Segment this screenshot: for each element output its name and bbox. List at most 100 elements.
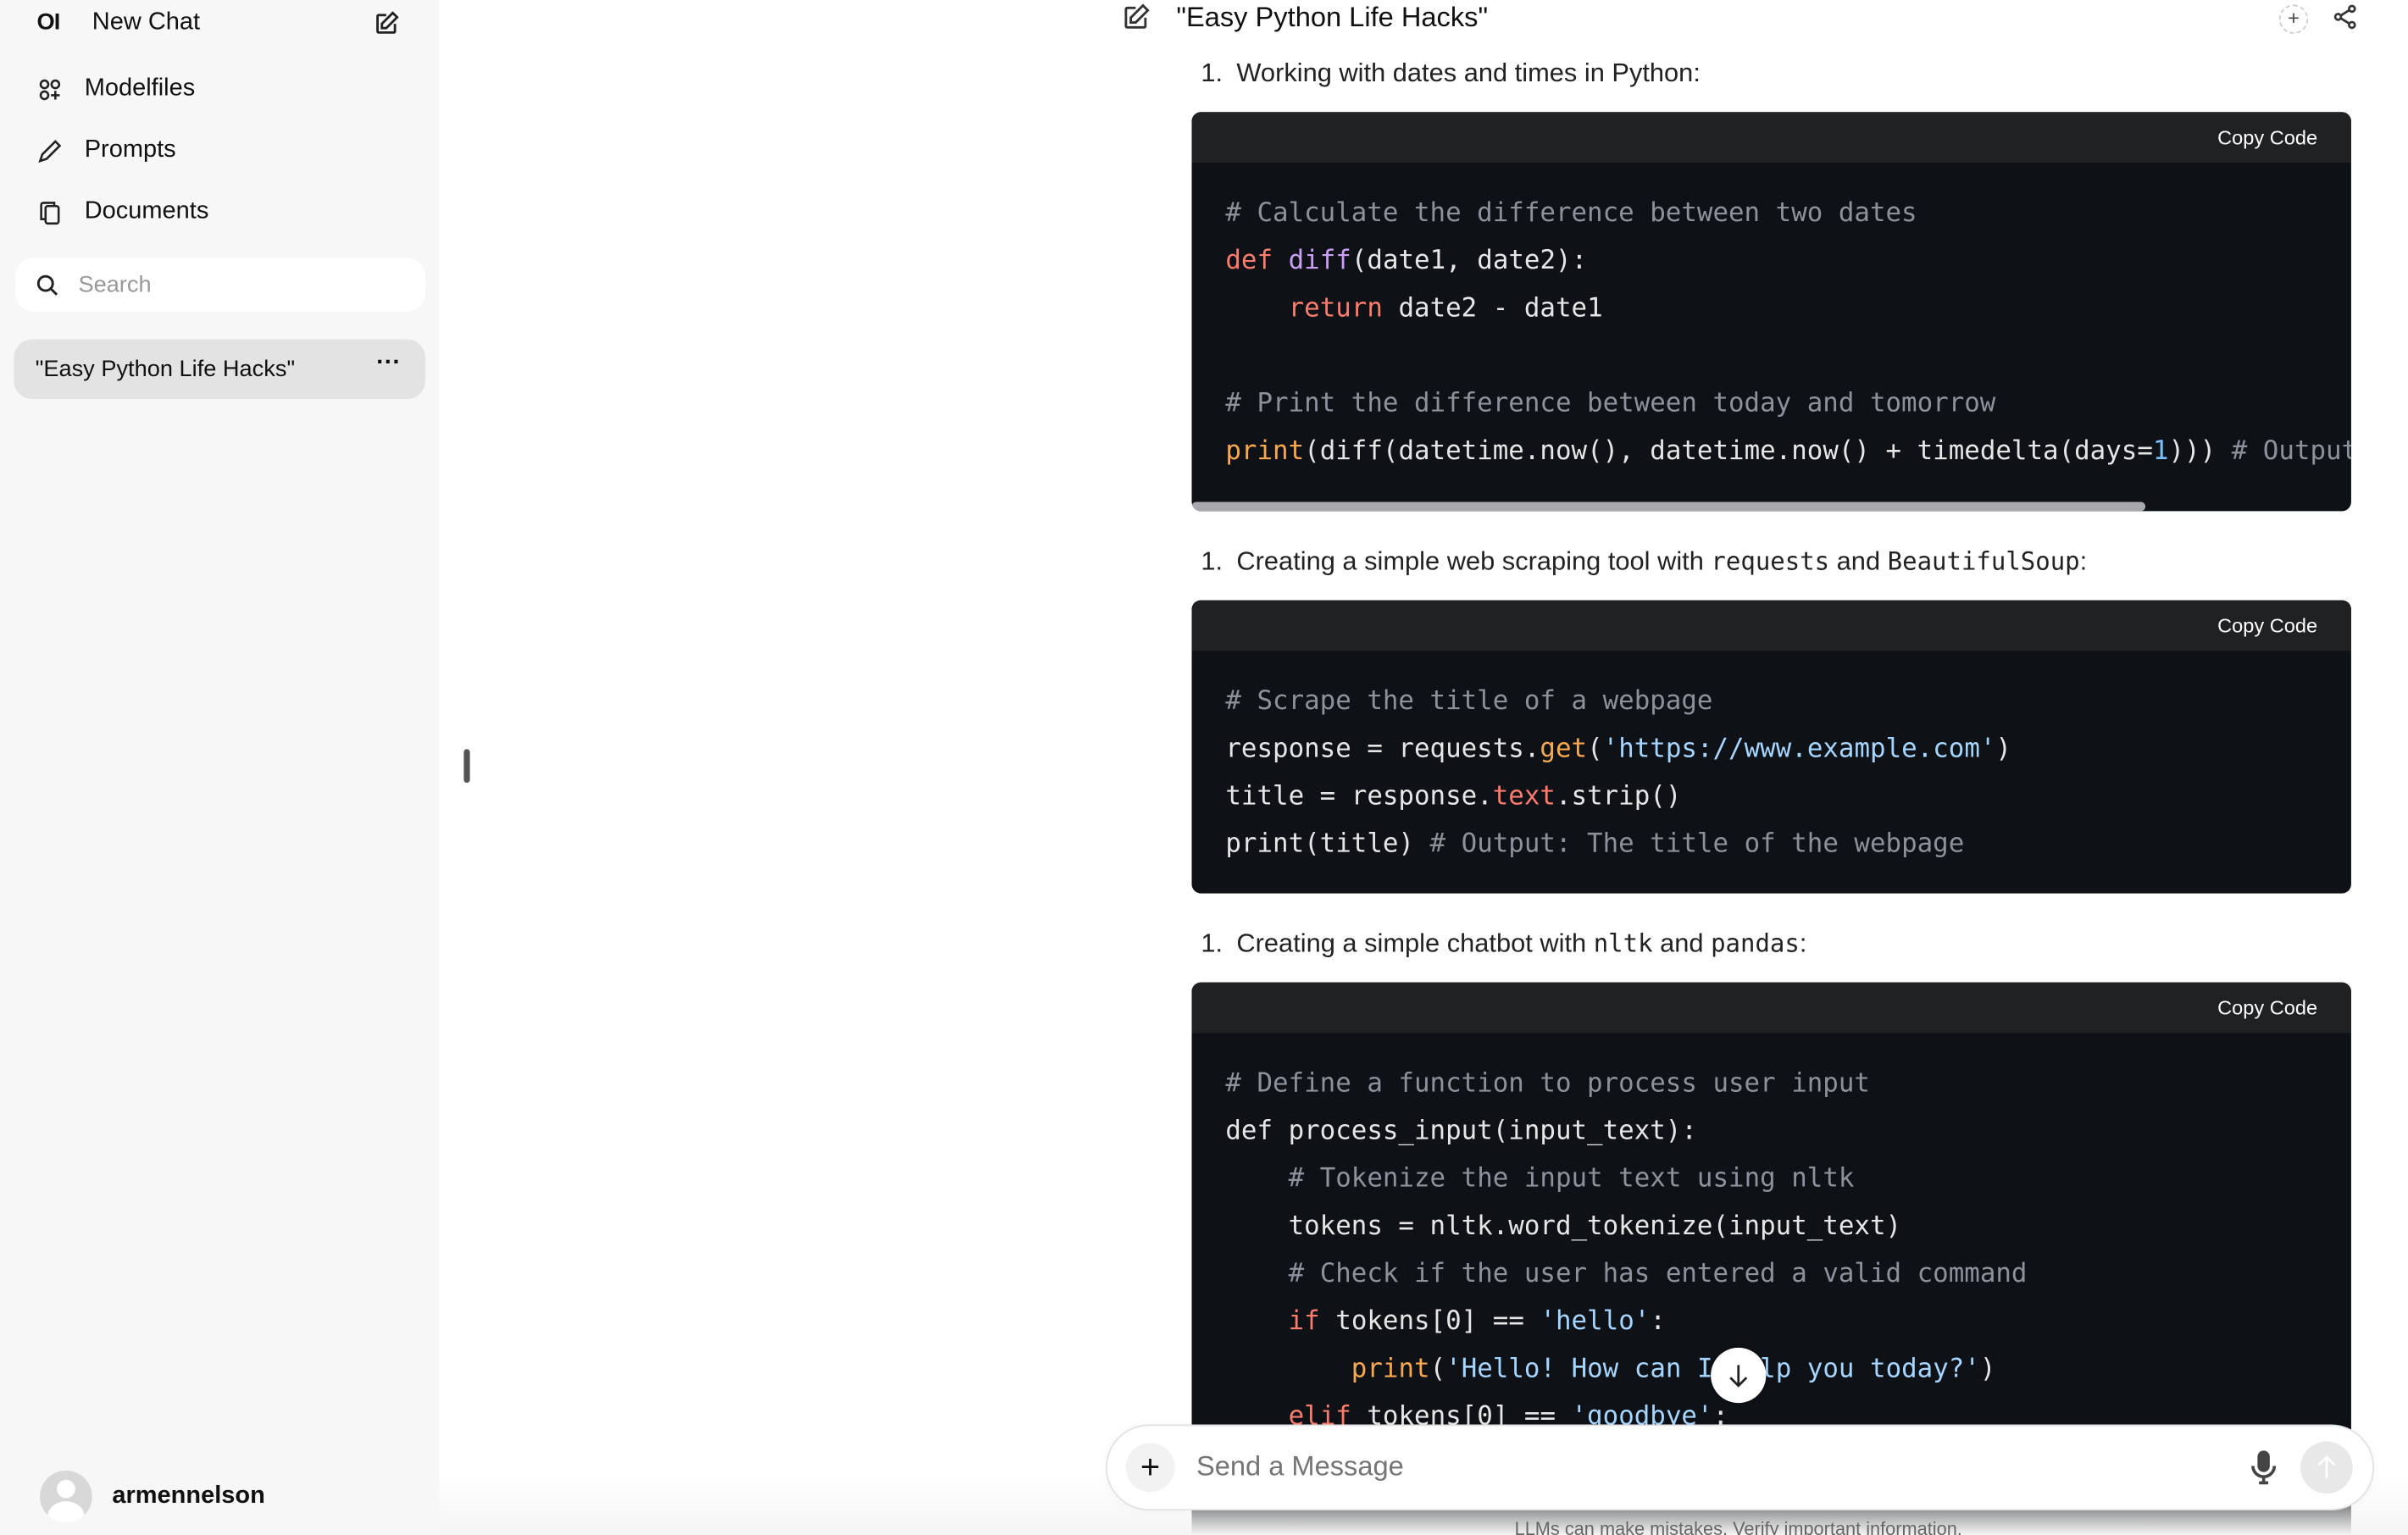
code-token: # Calculate the difference between two d… xyxy=(1225,197,1917,229)
list-text: Working with dates and times in Python: xyxy=(1236,58,1701,88)
code-token: def xyxy=(1225,245,1273,277)
code-body: # Calculate the difference between two d… xyxy=(1192,163,2351,476)
code-token: ) xyxy=(1979,1354,1996,1385)
list-text: : xyxy=(2079,546,2088,576)
code-line: def process_input(input_text): xyxy=(1225,1108,2317,1155)
code-line: # Define a function to process user inpu… xyxy=(1225,1061,2317,1108)
chat-item[interactable]: "Easy Python Life Hacks" ··· xyxy=(14,339,426,400)
arrow-up-icon xyxy=(2317,1455,2336,1478)
message-input[interactable] xyxy=(1196,1450,2118,1483)
code-token: # Tokenize the input text using nltk xyxy=(1288,1163,1855,1194)
search-placeholder: Search xyxy=(78,271,152,298)
list-item: 1. Working with dates and times in Python… xyxy=(1201,58,1701,89)
list-text: : xyxy=(1799,928,1807,958)
code-token: 'hello' xyxy=(1540,1306,1651,1338)
modelfiles-icon xyxy=(39,78,61,100)
code-token: 'https://www.example.com' xyxy=(1602,734,1996,765)
code-block: Copy Code # Calculate the difference betw… xyxy=(1191,112,2351,512)
sidebar-item-label: Modelfiles xyxy=(84,75,196,102)
add-icon[interactable]: + xyxy=(2278,4,2309,34)
code-token: : xyxy=(1650,1306,1666,1338)
code-block: Copy Code # Scrape the title of a webpage… xyxy=(1191,600,2351,894)
copy-code-button[interactable]: Copy Code xyxy=(2217,126,2317,149)
code-token: return xyxy=(1288,293,1383,324)
code-line: # Tokenize the input text using nltk xyxy=(1225,1155,2317,1203)
app: OI New Chat Modelfiles Prompts Documents… xyxy=(0,0,2408,1535)
inline-code: BeautifulSoup xyxy=(1887,546,2080,576)
code-token: (date1, date2): xyxy=(1351,245,1588,277)
code-body: # Define a function to process user inpu… xyxy=(1192,1033,2351,1441)
code-block-header: Copy Code xyxy=(1191,982,2351,1033)
code-token: print xyxy=(1225,435,1305,467)
code-token: def process_input(input_text): xyxy=(1225,1116,1697,1147)
code-line: tokens = nltk.word_tokenize(input_text) xyxy=(1225,1204,2317,1251)
sidebar-item-prompts[interactable]: Prompts xyxy=(37,136,176,164)
code-token: tokens = nltk.word_tokenize(input_text) xyxy=(1225,1211,1902,1242)
code-token: title = response. xyxy=(1225,781,1493,812)
list-text: and xyxy=(1829,546,1888,576)
code-token: print(title) xyxy=(1225,828,1430,860)
list-number: 1. xyxy=(1201,928,1223,958)
code-line: title = response.text.strip() xyxy=(1225,773,2317,821)
inline-code: pandas xyxy=(1711,928,1800,958)
sidebar: OI New Chat Modelfiles Prompts Documents… xyxy=(0,0,440,1535)
code-token: # Scrape the title of a webpage xyxy=(1225,685,1713,718)
copy-code-button[interactable]: Copy Code xyxy=(2217,996,2317,1019)
list-text: Creating a simple web scraping tool with xyxy=(1236,546,1712,576)
code-token: get xyxy=(1540,734,1588,765)
code-token: ( xyxy=(1587,734,1603,765)
code-token: # Output: The title of the webpage xyxy=(1429,828,1965,860)
list-number: 1. xyxy=(1201,58,1223,88)
code-token: # Print the difference between today and… xyxy=(1225,388,1996,419)
username: armennelson xyxy=(112,1482,265,1510)
code-line: if tokens[0] == 'hello': xyxy=(1225,1299,2317,1346)
list-item: 1. Creating a simple web scraping tool wi… xyxy=(1201,546,2087,577)
copy-code-button[interactable]: Copy Code xyxy=(2217,614,2317,637)
user-menu[interactable]: armennelson xyxy=(40,1470,265,1523)
avatar xyxy=(40,1470,92,1523)
sidebar-item-documents[interactable]: Documents xyxy=(37,197,209,226)
arrow-down-icon xyxy=(1729,1365,1748,1388)
list-text: Creating a simple chatbot with xyxy=(1236,928,1594,958)
pencil-icon xyxy=(38,139,62,163)
search-icon xyxy=(36,274,58,296)
code-token: (diff(datetime.now(), datetime.now() + t… xyxy=(1304,435,2153,467)
microphone-icon[interactable] xyxy=(2250,1449,2278,1486)
edit-title-icon[interactable] xyxy=(1121,3,1150,32)
list-item: 1. Creating a simple chatbot with nltk an… xyxy=(1201,928,1806,959)
code-token: print xyxy=(1351,1354,1430,1385)
inline-code: nltk xyxy=(1593,928,1653,958)
code-token: # Output: 1 day, 0:00:00 xyxy=(2231,435,2351,467)
logo: OI xyxy=(36,8,61,36)
sidebar-resize-handle[interactable] xyxy=(463,749,470,784)
list-text: and xyxy=(1652,928,1712,958)
code-block-header: Copy Code xyxy=(1191,112,2351,163)
code-token: if xyxy=(1288,1306,1320,1338)
code-line: response = requests.get('https://www.exa… xyxy=(1225,726,2317,773)
search-input[interactable]: Search xyxy=(15,258,426,312)
sidebar-item-modelfiles[interactable]: Modelfiles xyxy=(37,75,196,103)
add-attachment-button[interactable]: + xyxy=(1125,1443,1175,1493)
chat-title-header: "Easy Python Life Hacks" xyxy=(1176,1,1489,33)
new-chat-button[interactable]: New Chat xyxy=(92,9,200,37)
sidebar-item-label: Documents xyxy=(84,197,209,224)
horizontal-scrollbar[interactable] xyxy=(1191,502,2146,512)
documents-icon xyxy=(40,201,60,224)
code-line: # Print the difference between today and… xyxy=(1225,380,2317,428)
code-body: # Scrape the title of a webpage response … xyxy=(1192,651,2351,868)
code-token: date2 - date1 xyxy=(1382,293,1603,324)
code-block-header: Copy Code xyxy=(1191,600,2351,651)
code-line: print(title) # Output: The title of the … xyxy=(1225,821,2317,868)
code-token: response = requests. xyxy=(1225,734,1540,765)
share-icon[interactable] xyxy=(2331,3,2359,31)
code-line: # Scrape the title of a webpage xyxy=(1225,679,2317,726)
scroll-to-bottom-button[interactable] xyxy=(1711,1347,1767,1404)
edit-icon[interactable] xyxy=(373,11,399,37)
send-button[interactable] xyxy=(2300,1441,2353,1494)
inline-code: requests xyxy=(1711,546,1830,576)
more-options-icon[interactable]: ··· xyxy=(376,350,401,378)
code-token: 1 xyxy=(2152,435,2169,467)
